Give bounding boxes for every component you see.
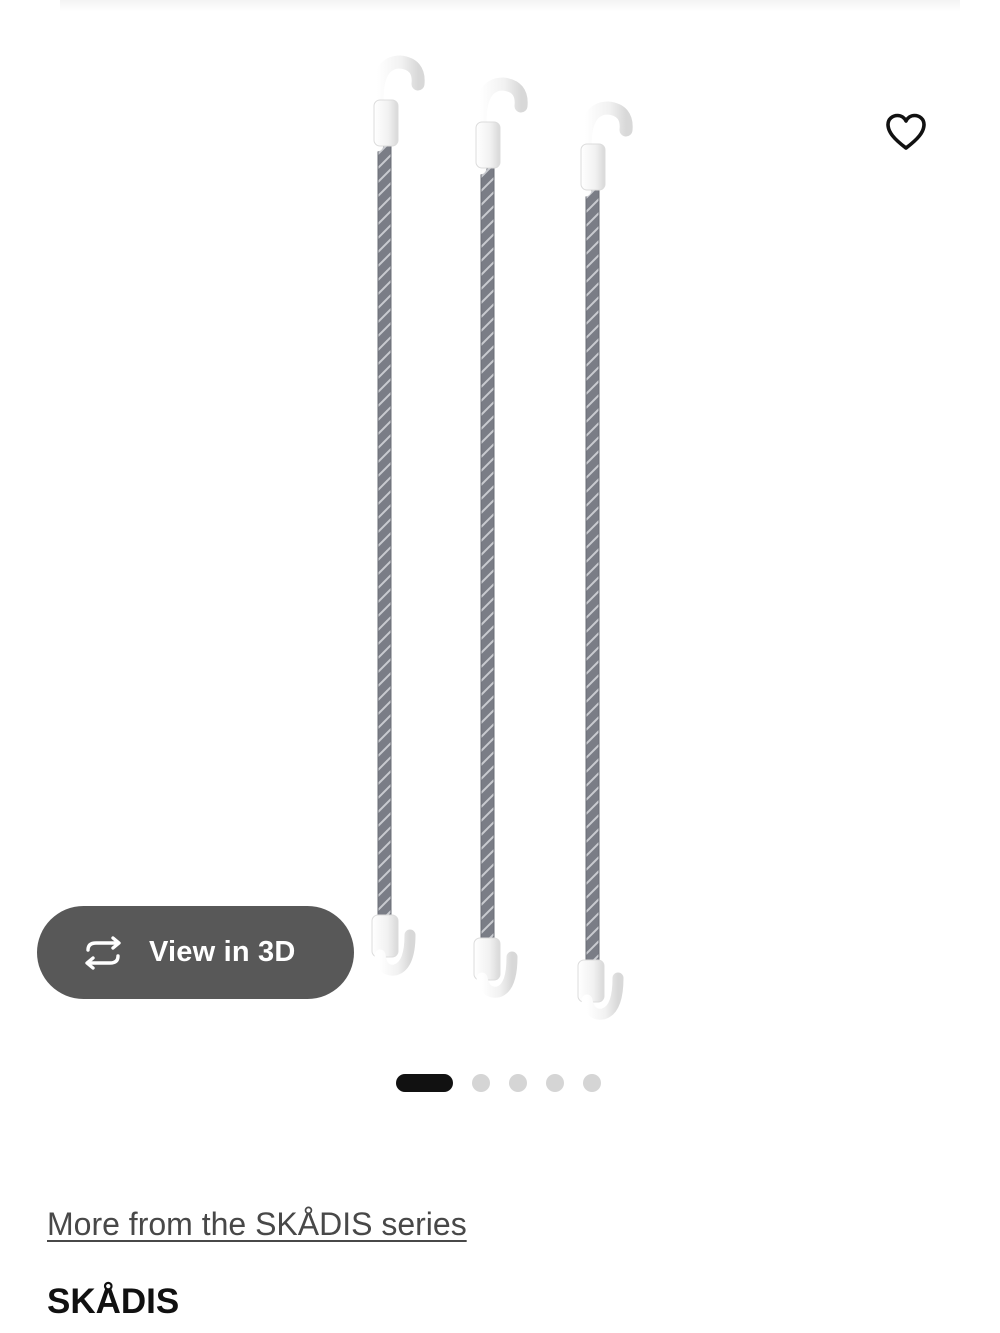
cord-hook-1 xyxy=(370,55,425,976)
pagination-dot-4[interactable] xyxy=(546,1074,564,1092)
view-in-3d-label: View in 3D xyxy=(149,936,296,968)
cord-hook-3 xyxy=(577,101,633,1020)
product-name: SKÅDIS xyxy=(47,1282,180,1321)
pagination-dot-1[interactable] xyxy=(396,1074,453,1092)
cord-hook-2 xyxy=(473,77,528,998)
favourite-button[interactable] xyxy=(878,104,934,160)
rotate-3d-icon xyxy=(77,935,129,971)
pagination-dot-3[interactable] xyxy=(509,1074,527,1092)
pagination-dot-5[interactable] xyxy=(583,1074,601,1092)
pagination-dot-2[interactable] xyxy=(472,1074,490,1092)
image-pagination xyxy=(396,1073,601,1093)
product-image xyxy=(370,55,633,1020)
view-in-3d-button[interactable]: View in 3D xyxy=(37,906,354,999)
heart-outline-icon xyxy=(886,113,926,150)
series-link[interactable]: More from the SKÅDIS series xyxy=(47,1206,467,1243)
product-image-gallery[interactable]: View in 3D xyxy=(0,0,1000,1092)
